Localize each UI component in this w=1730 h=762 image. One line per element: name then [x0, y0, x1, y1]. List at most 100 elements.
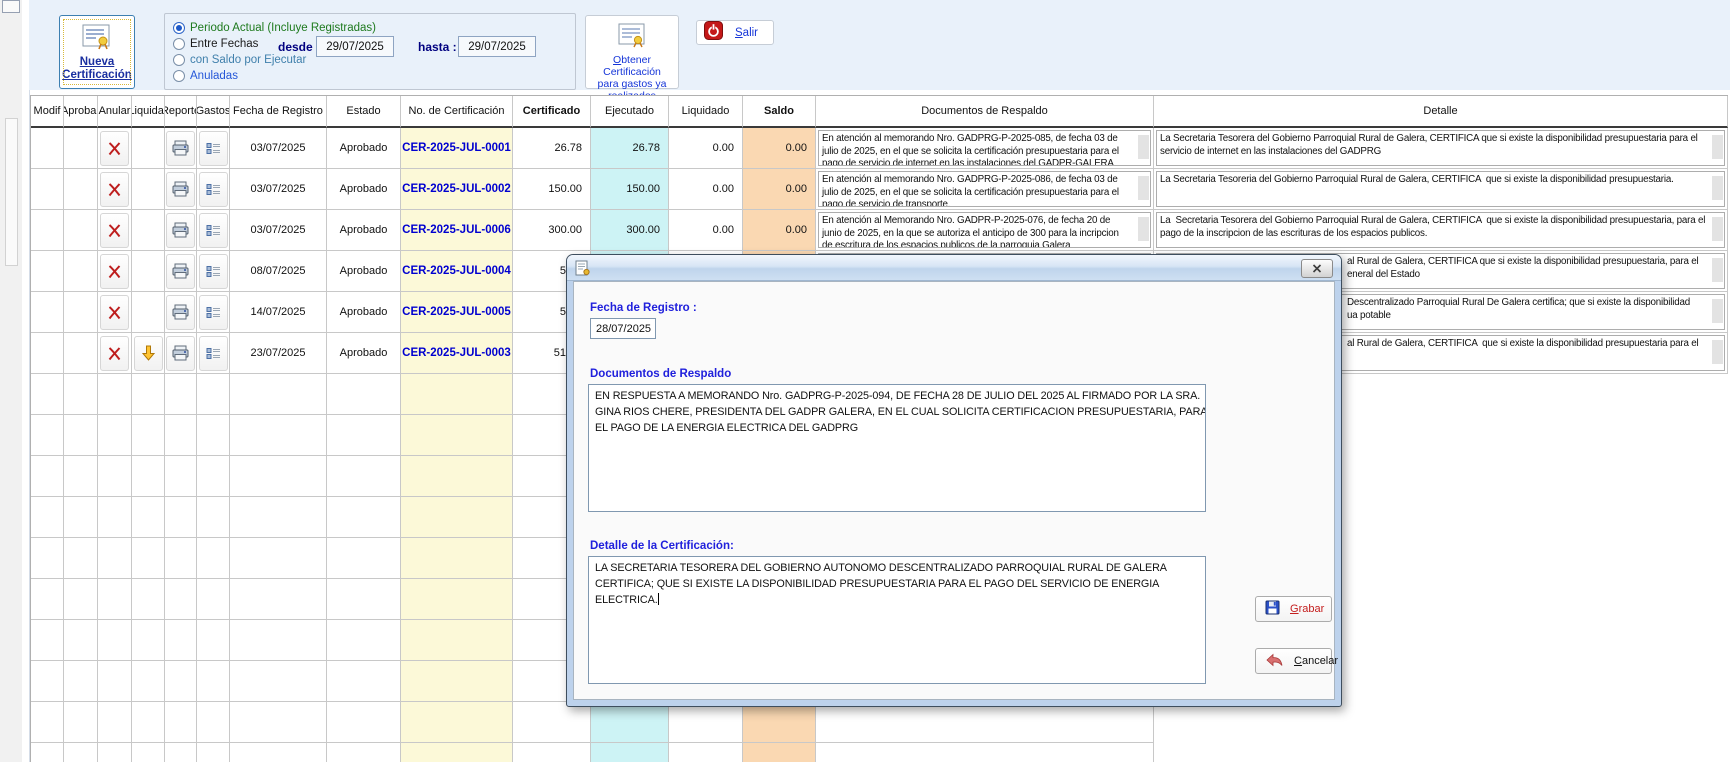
detalle-cell[interactable]: La Secretaria Tesorera del Gobierno Parr…: [1156, 130, 1725, 166]
estado-cell: Aprobado: [327, 169, 401, 210]
ejecutado-cell: 150.00: [591, 169, 669, 210]
cert-number-link[interactable]: CER-2025-JUL-0002: [401, 169, 513, 210]
documentos-cell[interactable]: En atención al memorando Nro. GADPRG-P-2…: [818, 171, 1151, 207]
radio-icon: [173, 70, 185, 82]
estado-cell: Aprobado: [327, 292, 401, 333]
header-fecha-registro: Fecha de Registro: [230, 96, 327, 128]
floppy-save-icon: [1265, 600, 1280, 618]
gastos-button[interactable]: [199, 172, 228, 207]
fecha-cell: 08/07/2025: [230, 251, 327, 292]
gastos-button[interactable]: [199, 295, 228, 330]
liquidar-button[interactable]: [134, 336, 163, 371]
cert-number-link[interactable]: CER-2025-JUL-0006: [401, 210, 513, 251]
reporte-button[interactable]: [166, 172, 195, 207]
anular-button[interactable]: [100, 336, 129, 371]
certificado-cell: 150.00: [513, 169, 591, 210]
reporte-button[interactable]: [166, 336, 195, 371]
focus-rect: [63, 19, 131, 85]
detalle-cell[interactable]: La Secretaria Tesoreria del Gobierno Par…: [1156, 171, 1725, 207]
header-detalle: Detalle: [1154, 96, 1728, 128]
header-reporte: Reporte: [165, 96, 197, 128]
aprobar-cell: [64, 251, 98, 292]
documentos-cell[interactable]: En atención al Memorando Nro. GADPR-P-20…: [818, 212, 1151, 248]
header-ejecutado: Ejecutado: [591, 96, 669, 128]
table-header-row: Modif Aprobar Anular Liquidar Reporte Ga…: [31, 96, 1728, 128]
radio-icon: [173, 38, 185, 50]
header-liquidado: Liquidado: [669, 96, 743, 128]
cancelar-button[interactable]: Cancelar: [1255, 648, 1332, 674]
reporte-button[interactable]: [166, 295, 195, 330]
certificado-cell: 26.78: [513, 128, 591, 169]
modif-cell: [31, 251, 64, 292]
left-splitter-grip[interactable]: [5, 118, 18, 266]
toolbar: Nueva Certificación Periodo Actual (Incl…: [29, 0, 1730, 90]
close-icon[interactable]: [1301, 259, 1333, 278]
documentos-respaldo-label: Documentos de Respaldo: [590, 368, 731, 380]
estado-cell: Aprobado: [327, 333, 401, 374]
table-row: 03/07/2025AprobadoCER-2025-JUL-0006300.0…: [31, 210, 1728, 251]
aprobar-cell: [64, 292, 98, 333]
fecha-cell: 23/07/2025: [230, 333, 327, 374]
documentos-respaldo-textarea[interactable]: EN RESPUESTA A MEMORANDO Nro. GADPRG-P-2…: [588, 384, 1206, 512]
gastos-button[interactable]: [199, 336, 228, 371]
radio-entre-fechas[interactable]: Entre Fechas: [173, 37, 258, 51]
aprobar-cell: [64, 169, 98, 210]
fecha-registro-input[interactable]: 28/07/2025: [590, 318, 656, 339]
cert-number-link[interactable]: CER-2025-JUL-0004: [401, 251, 513, 292]
nueva-certificacion-button[interactable]: Nueva Certificación: [59, 15, 135, 89]
cert-number-link[interactable]: CER-2025-JUL-0001: [401, 128, 513, 169]
obtener-certificacion-button[interactable]: Obtener Certificación para gastos ya rea…: [585, 15, 679, 89]
anular-button[interactable]: [100, 131, 129, 166]
anular-button[interactable]: [100, 295, 129, 330]
detalle-cell[interactable]: La Secretaria Tesorera del Gobierno Parr…: [1156, 212, 1725, 248]
radio-periodo-actual[interactable]: Periodo Actual (Incluye Registradas): [173, 21, 376, 35]
document-certificate-icon: [575, 260, 590, 281]
fecha-cell: 14/07/2025: [230, 292, 327, 333]
hasta-date-input[interactable]: 29/07/2025: [458, 36, 536, 57]
radio-anuladas[interactable]: Anuladas: [173, 69, 238, 83]
left-panel-gap: [22, 0, 30, 762]
filter-panel: Periodo Actual (Incluye Registradas) Ent…: [164, 13, 576, 90]
documentos-cell[interactable]: En atención al memorando Nro. GADPRG-P-2…: [818, 130, 1151, 166]
text-caret: [658, 593, 659, 605]
header-certificado: Certificado: [513, 96, 591, 128]
anular-button[interactable]: [100, 213, 129, 248]
header-documentos: Documentos de Respaldo: [816, 96, 1154, 128]
undo-arrow-icon: [1265, 653, 1284, 670]
header-no-certificacion: No. de Certificación: [401, 96, 513, 128]
certificate-icon: [617, 36, 647, 53]
detalle-certificacion-textarea[interactable]: LA SECRETARIA TESORERA DEL GOBIERNO AUTO…: [588, 556, 1206, 684]
fecha-cell: 03/07/2025: [230, 128, 327, 169]
header-modif: Modif: [31, 96, 64, 128]
cert-number-link[interactable]: CER-2025-JUL-0005: [401, 292, 513, 333]
header-estado: Estado: [327, 96, 401, 128]
salir-button[interactable]: Salir: [696, 20, 774, 45]
aprobar-cell: [64, 333, 98, 374]
fecha-cell: 03/07/2025: [230, 169, 327, 210]
ejecutado-cell: 26.78: [591, 128, 669, 169]
reporte-button[interactable]: [166, 254, 195, 289]
salir-label: Salir: [735, 27, 758, 39]
reporte-button[interactable]: [166, 131, 195, 166]
anular-button[interactable]: [100, 254, 129, 289]
window-restore-box[interactable]: [2, 0, 20, 13]
radio-con-saldo[interactable]: con Saldo por Ejecutar: [173, 53, 306, 67]
aprobar-cell: [64, 210, 98, 251]
obtener-label: Obtener Certificación: [586, 54, 678, 78]
reporte-button[interactable]: [166, 213, 195, 248]
anular-button[interactable]: [100, 172, 129, 207]
cert-number-link[interactable]: CER-2025-JUL-0003: [401, 333, 513, 374]
modif-cell: [31, 292, 64, 333]
desde-date-input[interactable]: 29/07/2025: [316, 36, 394, 57]
liquidado-cell: 0.00: [669, 210, 743, 251]
dialog-titlebar: [567, 255, 1341, 281]
empty-row: [31, 702, 1728, 743]
fecha-registro-label: Fecha de Registro :: [590, 302, 697, 314]
app-window: Nueva Certificación Periodo Actual (Incl…: [0, 0, 1730, 762]
grabar-button[interactable]: Grabar: [1255, 596, 1332, 622]
gastos-button[interactable]: [199, 213, 228, 248]
gastos-button[interactable]: [199, 131, 228, 166]
radio-icon: [173, 22, 185, 34]
gastos-button[interactable]: [199, 254, 228, 289]
liquidado-cell: 0.00: [669, 169, 743, 210]
